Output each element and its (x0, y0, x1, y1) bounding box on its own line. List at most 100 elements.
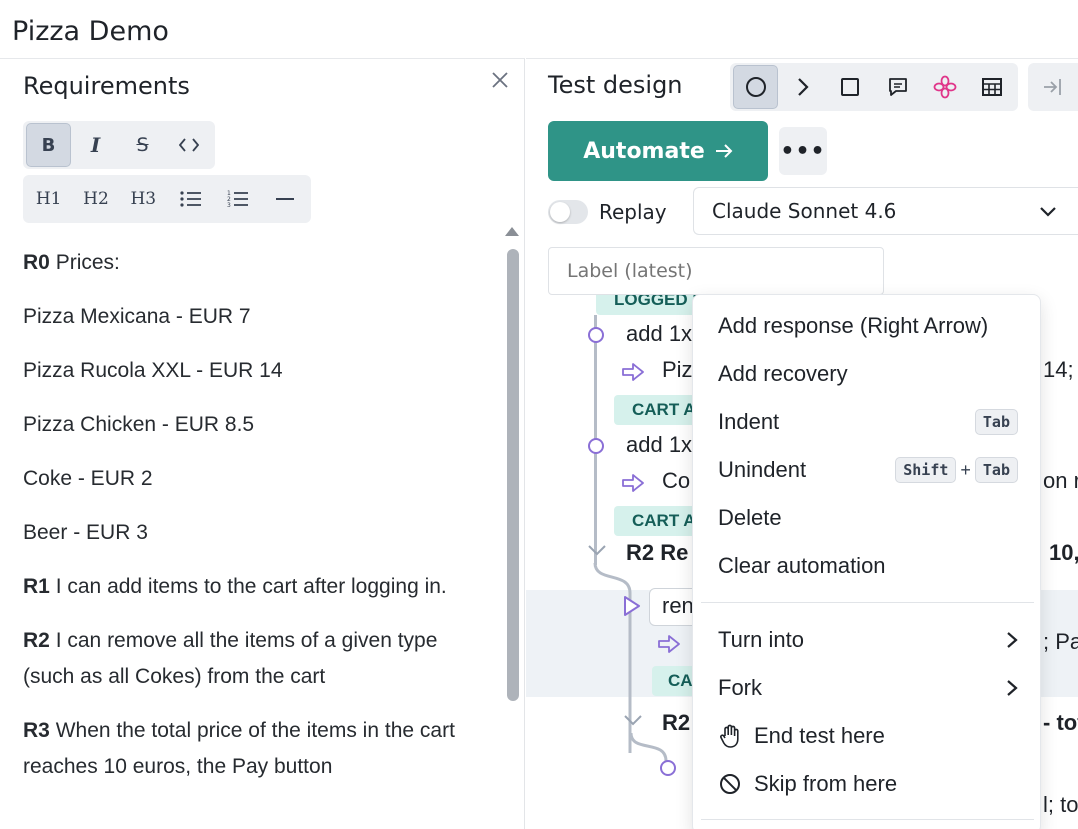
numbered-list-icon[interactable]: 123 (215, 177, 260, 221)
h2-label: H2 (83, 189, 109, 209)
response-text[interactable]: Co (662, 468, 690, 494)
req-id: R0 (23, 251, 50, 274)
chevron-down-icon[interactable] (622, 713, 644, 727)
response-arrow-icon (622, 474, 644, 492)
heading1-button[interactable]: H1 (26, 177, 71, 221)
replay-toggle[interactable] (548, 200, 588, 224)
step-node-icon[interactable] (660, 760, 676, 776)
chevron-right-icon[interactable] (780, 65, 825, 109)
replay-label: Replay (599, 200, 667, 224)
response-arrow-icon (658, 635, 680, 653)
strikethrough-icon[interactable]: S (120, 123, 165, 167)
code-icon[interactable] (167, 123, 212, 167)
h1-label: H1 (35, 189, 62, 209)
shortcut-key: Tab (974, 409, 1018, 435)
scroll-up-arrow[interactable] (505, 227, 519, 236)
response-text-tail: 14; l (1043, 357, 1078, 382)
more-options-button[interactable]: ••• (779, 127, 827, 175)
menu-item-label: Delete (718, 505, 782, 530)
heading3-button[interactable]: H3 (121, 177, 166, 221)
heading2-button[interactable]: H2 (73, 177, 118, 221)
req-text: I can add items to the cart after loggin… (55, 575, 447, 598)
req-r2: R2 I can remove all the items of a given… (23, 623, 483, 695)
menu-item-fork[interactable]: Fork (693, 664, 1042, 712)
label-input[interactable] (548, 247, 884, 295)
chevron-right-icon (1007, 680, 1018, 696)
chevron-down-icon[interactable] (586, 543, 608, 557)
toggle-knob (550, 202, 570, 222)
model-value: Claude Sonnet 4.6 (712, 199, 897, 223)
req-id: R2 (23, 629, 50, 652)
menu-item-delete[interactable]: Delete (693, 494, 1042, 542)
test-design-title: Test design (548, 71, 683, 99)
menu-item-unindent[interactable]: Unindent Shift + Tab (693, 446, 1042, 494)
price-line: Pizza Rucola XXL - EUR 14 (23, 359, 283, 382)
menu-item-label: Clear automation (718, 553, 886, 578)
response-text-tail: on r (1043, 468, 1078, 493)
h3-label: H3 (130, 189, 157, 209)
step-text[interactable]: add 1x (626, 432, 692, 458)
price-line: Pizza Chicken - EUR 8.5 (23, 413, 255, 436)
response-text-tail: ; Pa (1043, 629, 1078, 654)
automate-button[interactable]: Automate (548, 121, 768, 181)
price-line: Pizza Mexicana - EUR 7 (23, 305, 251, 328)
circle-icon[interactable] (733, 65, 779, 109)
req-r1: R1 I can add items to the cart after log… (23, 569, 483, 605)
menu-item-end-test[interactable]: End test here (693, 712, 1042, 760)
chevron-right-icon (1007, 632, 1018, 648)
menu-item-label: Turn into (718, 627, 805, 652)
group-title-tail: - tot (1043, 710, 1078, 735)
requirements-title: Requirements (23, 72, 190, 100)
model-select[interactable]: Claude Sonnet 4.6 (693, 187, 1078, 235)
horizontal-rule-icon[interactable] (263, 177, 308, 221)
arrow-right-icon (715, 144, 733, 158)
shortcut-plus: + (960, 459, 971, 480)
menu-item-label: Add response (Right Arrow) (718, 313, 989, 338)
scrollbar-thumb[interactable] (507, 249, 519, 701)
flower-icon[interactable] (922, 65, 967, 109)
menu-item-add-response[interactable]: Add response (Right Arrow) (693, 302, 1042, 350)
close-icon[interactable] (489, 70, 511, 92)
chevron-down-icon (1040, 207, 1056, 217)
menu-item-indent[interactable]: Indent Tab (693, 398, 1042, 446)
shortcut-key: Shift (895, 457, 957, 483)
bold-icon[interactable]: B (26, 123, 72, 167)
menu-item-turn-into[interactable]: Turn into (693, 616, 1042, 664)
automate-label: Automate (583, 138, 705, 164)
comment-icon[interactable] (875, 65, 920, 109)
block-toolbar: H1 H2 H3 123 (23, 175, 311, 223)
collapse-panel-icon[interactable] (1028, 63, 1078, 111)
italic-icon[interactable]: I (73, 123, 118, 167)
shortcut-key: Tab (974, 457, 1018, 483)
play-icon[interactable] (622, 595, 642, 617)
group-title-tail: 10, (1049, 540, 1078, 565)
response-text[interactable]: Piz (662, 357, 693, 383)
bullet-list-icon[interactable] (168, 177, 213, 221)
menu-item-label: Add recovery (718, 361, 848, 386)
req-text: Prices: (55, 251, 120, 274)
requirements-document[interactable]: R0 Prices: Pizza Mexicana - EUR 7 Pizza … (23, 245, 483, 803)
format-toolbar: B I S (23, 121, 215, 169)
menu-item-clear-automation[interactable]: Clear automation (693, 542, 1042, 590)
step-node-icon[interactable] (588, 327, 604, 343)
req-text: When the total price of the items in the… (23, 719, 455, 778)
menu-divider (701, 602, 1034, 603)
menu-item-add-recovery[interactable]: Add recovery (693, 350, 1042, 398)
req-id: R1 (23, 575, 50, 598)
menu-item-skip[interactable]: Skip from here (693, 760, 1042, 808)
req-text: I can remove all the items of a given ty… (23, 629, 438, 688)
step-node-icon[interactable] (588, 438, 604, 454)
square-icon[interactable] (828, 65, 873, 109)
response-arrow-icon (622, 363, 644, 381)
req-r0: R0 Prices: (23, 245, 483, 281)
menu-item-label: Fork (718, 675, 762, 700)
price-line: Coke - EUR 2 (23, 467, 153, 490)
menu-item-label: Skip from here (754, 771, 898, 796)
app-title: Pizza Demo (12, 16, 169, 47)
ban-icon (718, 772, 742, 796)
table-icon[interactable] (970, 65, 1015, 109)
menu-item-label: Unindent (718, 457, 807, 482)
requirements-panel: Requirements B I S H1 H2 H3 123 R0 Price… (0, 58, 525, 829)
hand-stop-icon (718, 724, 742, 748)
step-text[interactable]: add 1x (626, 321, 692, 347)
